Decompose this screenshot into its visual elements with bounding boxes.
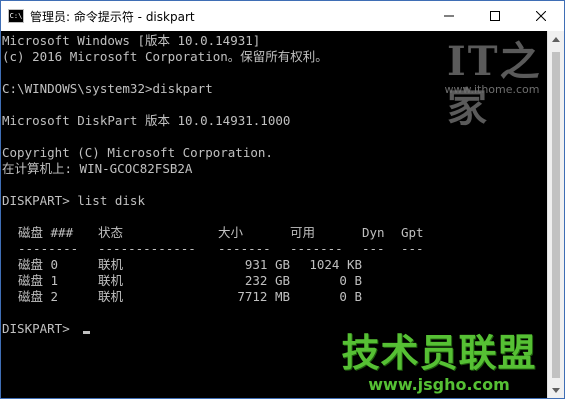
text-cursor (83, 331, 90, 334)
table-header-status: 状态 (98, 225, 124, 240)
console-line: Copyright (C) Microsoft Corporation. (2, 145, 273, 160)
jsgho-logo: 技术员联盟 (341, 331, 537, 375)
table-cell-disk: 磁盘 0 (18, 257, 59, 272)
table-cell-free: 1024 KB (309, 257, 362, 272)
table-header-size: 大小 (218, 225, 244, 240)
console-line: (c) 2016 Microsoft Corporation。保留所有权利。 (2, 49, 328, 64)
table-cell-disk: 磁盘 2 (18, 289, 59, 304)
table-cell-status: 联机 (98, 273, 124, 288)
console-line: Microsoft Windows [版本 10.0.14931] (2, 33, 261, 48)
table-cell-size: 232 GB (244, 273, 290, 288)
jsgho-watermark: 技术员联盟 www.jsgho.com (334, 331, 544, 395)
title-bar[interactable]: C:\ 管理员: 命令提示符 - diskpart (1, 1, 564, 31)
scroll-up-button[interactable] (548, 31, 564, 48)
table-cell-free: 0 B (339, 289, 362, 304)
command-prompt-window: C:\ 管理员: 命令提示符 - diskpart Microsoft Wind… (0, 0, 565, 399)
table-header-gpt: Gpt (401, 225, 424, 240)
close-button[interactable] (518, 1, 564, 31)
console-line: C:\WINDOWS\system32>diskpart (2, 81, 213, 96)
close-icon (536, 11, 546, 21)
console-line: 在计算机上: WIN-GCOC82FSB2A (2, 161, 193, 176)
jsgho-url: www.jsgho.com (368, 375, 510, 394)
ithome-url: www.ithome.com (444, 83, 540, 96)
table-divider: -------- (18, 241, 79, 256)
window-controls (426, 1, 564, 31)
table-divider: ------- (218, 241, 271, 256)
table-cell-size: 7712 MB (237, 289, 290, 304)
minimize-icon (444, 15, 454, 17)
table-cell-status: 联机 (98, 289, 124, 304)
scrollbar-thumb[interactable] (552, 52, 560, 378)
table-cell-status: 联机 (98, 257, 124, 272)
console-line: DISKPART> list disk (2, 193, 145, 208)
table-cell-free: 0 B (339, 273, 362, 288)
table-divider: ------- (290, 241, 343, 256)
console-line: Microsoft DiskPart 版本 10.0.14931.1000 (2, 113, 291, 128)
vertical-scrollbar[interactable] (547, 31, 564, 398)
table-header-free: 可用 (290, 225, 316, 240)
chevron-up-icon (552, 37, 560, 42)
minimize-button[interactable] (426, 1, 472, 31)
table-cell-size: 931 GB (244, 257, 290, 272)
maximize-icon (490, 11, 500, 21)
cmd-icon: C:\ (8, 9, 24, 23)
table-header-dyn: Dyn (362, 225, 385, 240)
scroll-down-button[interactable] (548, 382, 564, 398)
diskpart-prompt: DISKPART> (2, 321, 78, 336)
ithome-watermark: IT之家 www.ithome.com (439, 39, 545, 131)
maximize-button[interactable] (472, 1, 518, 31)
chevron-down-icon (552, 388, 560, 393)
table-divider: --- (401, 241, 424, 256)
window-title: 管理员: 命令提示符 - diskpart (30, 9, 195, 24)
table-divider: ------------- (98, 241, 196, 256)
table-header-disk: 磁盘 ### (18, 225, 74, 240)
table-cell-disk: 磁盘 1 (18, 273, 59, 288)
table-divider: --- (362, 241, 385, 256)
